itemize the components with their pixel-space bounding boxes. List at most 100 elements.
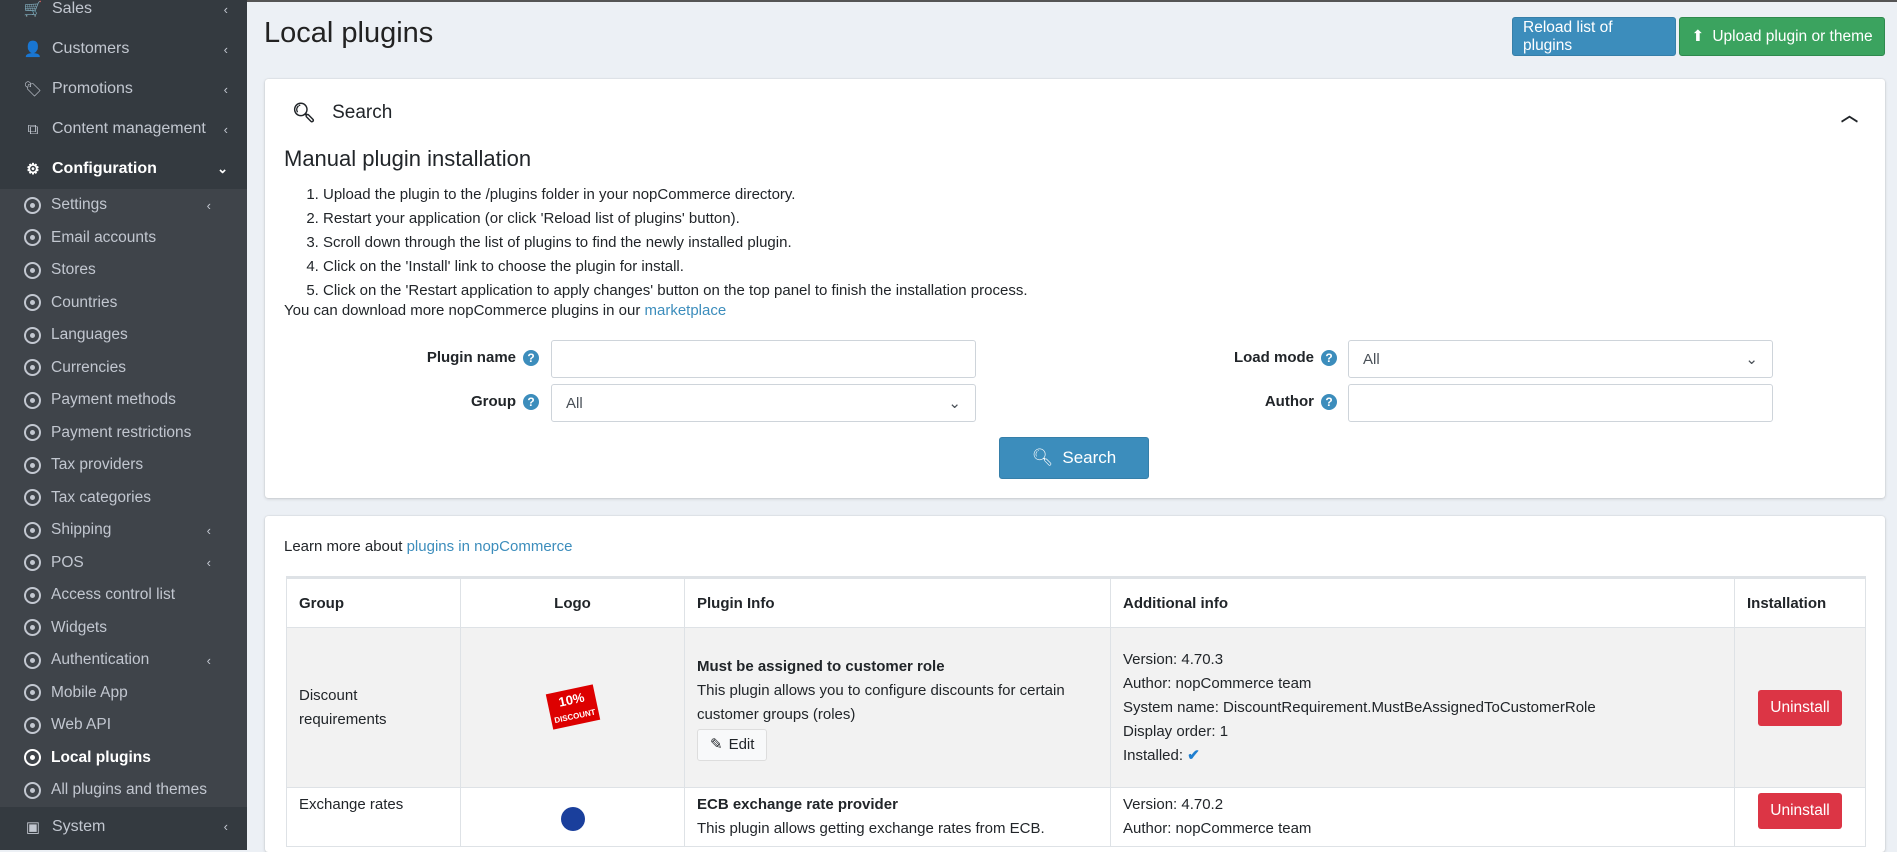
circle-icon: [24, 391, 41, 409]
upload-icon: ⬆: [1691, 28, 1705, 45]
sidebar-item-customers[interactable]: 👤 Customers ‹: [0, 29, 247, 69]
circle-icon: [24, 586, 41, 604]
circle-icon: [24, 261, 41, 279]
plugins-list-panel: Learn more about plugins in nopCommerce …: [265, 516, 1885, 852]
circle-icon: [24, 684, 41, 702]
sidebar-item-configuration[interactable]: ⚙ Configuration ⌄: [0, 149, 247, 189]
plugin-name-input[interactable]: [551, 340, 976, 378]
sidebar-item-tax-categories[interactable]: Tax categories: [0, 482, 247, 515]
column-header-group[interactable]: Group: [286, 576, 461, 628]
sidebar-item-payment-methods[interactable]: Payment methods: [0, 384, 247, 417]
reload-plugins-button[interactable]: Reload list of plugins: [1512, 17, 1676, 56]
help-icon[interactable]: ?: [523, 349, 539, 366]
chevron-left-icon: ‹: [223, 41, 228, 57]
circle-icon: [24, 781, 41, 799]
sidebar-item-email-accounts[interactable]: Email accounts: [0, 222, 247, 255]
uninstall-button[interactable]: Uninstall: [1758, 793, 1842, 829]
sidebar-item-web-api[interactable]: Web API: [0, 709, 247, 742]
marketplace-text: You can download more nopCommerce plugin…: [284, 302, 727, 319]
table-row: Exchange rates ECB exchange rate provide…: [286, 787, 1866, 847]
sidebar-item-countries[interactable]: Countries: [0, 287, 247, 320]
sidebar-item-promotions[interactable]: 🏷 Promotions ‹: [0, 69, 247, 109]
help-icon[interactable]: ?: [1321, 393, 1337, 410]
discount-logo: 10% DISCOUNT: [545, 683, 600, 730]
column-header-logo[interactable]: Logo: [460, 576, 685, 628]
sidebar-item-mobile-app[interactable]: Mobile App: [0, 677, 247, 710]
group-cell: Exchange rates: [286, 787, 461, 847]
circle-icon: [24, 716, 41, 734]
chevron-up-icon[interactable]: ︿: [1841, 101, 1858, 126]
plugins-table: Group Logo Plugin Info Additional info I…: [286, 576, 1866, 847]
uninstall-button[interactable]: Uninstall: [1758, 689, 1842, 726]
plugin-info-cell: Must be assigned to customer role This p…: [684, 627, 1111, 788]
marketplace-link[interactable]: marketplace: [645, 302, 727, 319]
sidebar-item-local-plugins[interactable]: Local plugins: [0, 742, 247, 775]
ecb-logo: [560, 807, 585, 831]
search-button[interactable]: 🔍︎ Search: [999, 437, 1149, 479]
upload-plugin-button[interactable]: ⬆ Upload plugin or theme: [1679, 17, 1885, 56]
sidebar-item-access-control-list[interactable]: Access control list: [0, 579, 247, 612]
sidebar-item-settings[interactable]: Settings ‹: [0, 189, 247, 222]
sidebar-item-content-management[interactable]: ⧉ Content management ‹: [0, 109, 247, 149]
column-header-additional-info[interactable]: Additional info: [1110, 576, 1735, 628]
cubes-icon: ⧉: [27, 120, 39, 138]
main-content: Local plugins Reload list of plugins ⬆ Up…: [247, 0, 1897, 852]
search-panel-header[interactable]: 🔍︎ Search: [292, 101, 392, 125]
circle-icon: [24, 359, 41, 377]
checkmark-icon: ✔: [1187, 746, 1200, 764]
installation-cell: Uninstall: [1734, 787, 1866, 847]
circle-icon: [24, 424, 41, 442]
circle-icon: [24, 619, 41, 637]
column-header-plugin-info[interactable]: Plugin Info: [684, 576, 1111, 628]
author-label: Author?: [1119, 393, 1337, 410]
sidebar-item-payment-restrictions[interactable]: Payment restrictions: [0, 417, 247, 450]
cube-icon: ▣: [25, 818, 41, 836]
chevron-left-icon: ‹: [223, 121, 228, 137]
logo-cell: 10% DISCOUNT: [460, 627, 685, 788]
chevron-left-icon: ‹: [206, 652, 211, 668]
circle-icon: [24, 489, 41, 507]
help-icon[interactable]: ?: [523, 393, 539, 410]
author-input[interactable]: [1348, 384, 1773, 422]
sidebar: 🛒 Sales ‹ 👤 Customers ‹ 🏷 Promotions ‹ ⧉ Conten…: [0, 0, 247, 850]
chevron-left-icon: ‹: [206, 522, 211, 538]
circle-icon: [24, 651, 41, 669]
plugins-docs-link[interactable]: plugins in nopCommerce: [407, 538, 573, 555]
sidebar-item-currencies[interactable]: Currencies: [0, 352, 247, 385]
chevron-left-icon: ‹: [223, 1, 228, 17]
sidebar-item-authentication[interactable]: Authentication ‹: [0, 644, 247, 677]
sidebar-item-pos[interactable]: POS ‹: [0, 547, 247, 580]
search-icon: 🔍︎: [1031, 448, 1054, 467]
sidebar-item-all-plugins-and-themes[interactable]: All plugins and themes: [0, 774, 247, 807]
sidebar-item-shipping[interactable]: Shipping ‹: [0, 514, 247, 547]
sidebar-item-stores[interactable]: Stores: [0, 254, 247, 287]
manual-install-title: Manual plugin installation: [284, 146, 532, 171]
edit-button[interactable]: ✎ Edit: [697, 728, 768, 761]
search-icon: 🔍︎: [292, 103, 317, 124]
tags-icon: 🏷: [23, 81, 43, 98]
sidebar-item-tax-providers[interactable]: Tax providers: [0, 449, 247, 482]
sidebar-item-sales[interactable]: 🛒 Sales ‹: [0, 0, 247, 29]
help-icon[interactable]: ?: [1321, 349, 1337, 366]
sidebar-item-widgets[interactable]: Widgets: [0, 612, 247, 645]
chevron-left-icon: ‹: [223, 81, 228, 97]
load-mode-label: Load mode?: [1119, 349, 1337, 366]
configuration-submenu: Settings ‹ Email accounts Stores Countrie…: [0, 189, 247, 807]
page-title: Local plugins: [264, 17, 434, 49]
learn-more-text: Learn more about plugins in nopCommerce: [284, 538, 573, 555]
chevron-left-icon: ‹: [206, 197, 211, 213]
group-select[interactable]: All ⌄: [551, 384, 976, 422]
gears-icon: ⚙: [26, 161, 40, 178]
plugin-name-label: Plugin name?: [321, 349, 539, 366]
load-mode-select[interactable]: All ⌄: [1348, 340, 1773, 378]
sidebar-item-languages[interactable]: Languages: [0, 319, 247, 352]
chevron-left-icon: ‹: [223, 819, 228, 834]
sidebar-item-system[interactable]: ▣ System ‹: [0, 807, 247, 847]
circle-icon: [24, 554, 41, 572]
column-header-installation[interactable]: Installation: [1734, 576, 1866, 628]
circle-icon: [24, 294, 41, 312]
pencil-icon: ✎: [710, 735, 723, 753]
circle-icon: [24, 521, 41, 539]
table-row: Discount requirements 10% DISCOUNT Must b…: [286, 627, 1866, 788]
plugin-info-cell: ECB exchange rate provider This plugin a…: [684, 787, 1111, 847]
